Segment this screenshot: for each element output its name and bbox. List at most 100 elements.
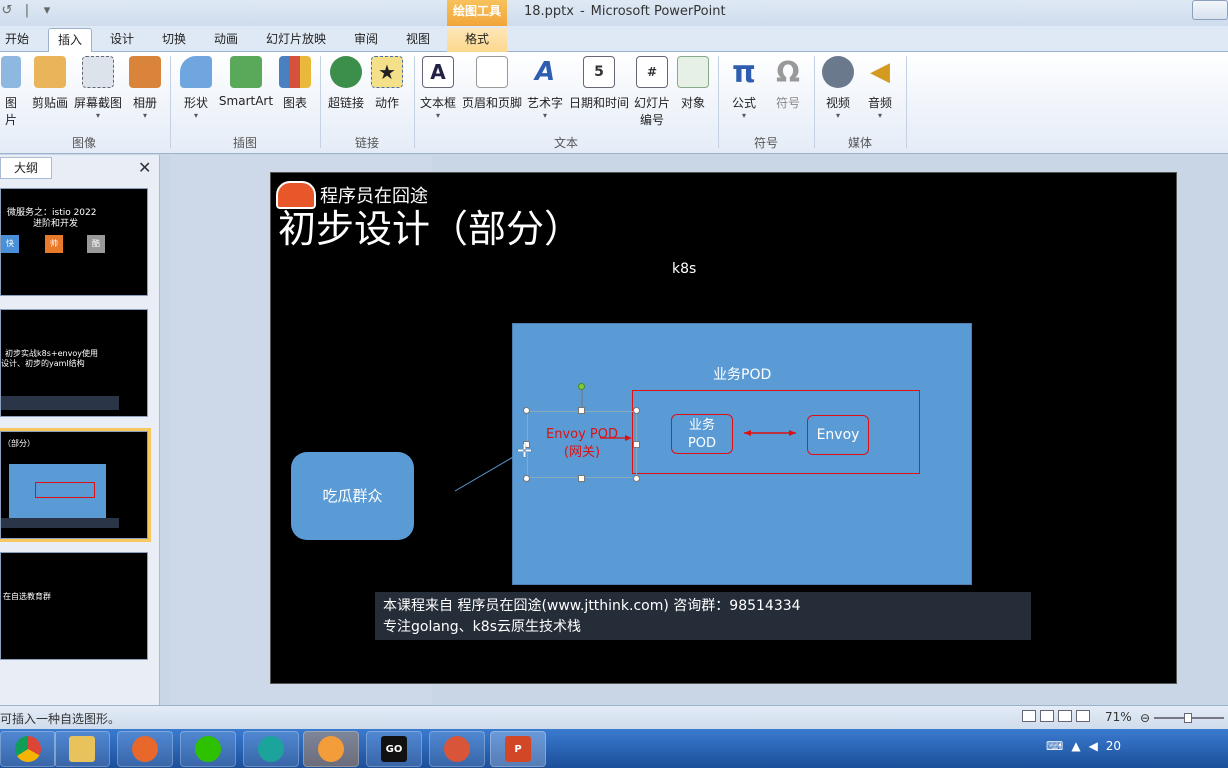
app-name: Microsoft PowerPoint — [590, 4, 726, 19]
resize-handle-sw[interactable] — [523, 475, 530, 482]
video-button[interactable]: 视频 ▾ — [820, 56, 856, 121]
wordart-button[interactable]: A 艺术字 ▾ — [526, 56, 564, 121]
tab-outline[interactable]: 大纲 — [0, 157, 52, 179]
textbox-button[interactable]: A 文本框 ▾ — [418, 56, 458, 121]
picture-button[interactable]: 图片 — [0, 56, 22, 128]
thumb-watermark — [1, 396, 119, 410]
zoom-knob[interactable] — [1184, 713, 1192, 723]
hyperlink-button[interactable]: 超链接 — [326, 56, 366, 111]
tab-slideshow[interactable]: 幻灯片放映 — [262, 28, 330, 52]
equation-button[interactable]: π 公式 ▾ — [726, 55, 762, 121]
quick-access-toolbar: ↺ | ▾ — [0, 3, 54, 18]
rotation-handle[interactable] — [578, 383, 585, 390]
undo-icon[interactable]: ↺ — [0, 3, 14, 18]
reading-view-icon[interactable] — [1058, 710, 1072, 722]
resize-handle-se[interactable] — [633, 475, 640, 482]
status-bar: 可插入一种自选图形。 71% ⊖ — [0, 705, 1228, 729]
taskbar-goland[interactable]: GO — [366, 731, 422, 767]
slide-title[interactable]: 初步设计（部分） — [278, 198, 582, 253]
calendar-icon: 5 — [583, 56, 615, 88]
tab-design[interactable]: 设计 — [104, 28, 140, 52]
smartart-button[interactable]: SmartArt — [218, 56, 274, 108]
title-sep: - — [579, 4, 585, 19]
object-button[interactable]: 对象 — [676, 56, 710, 111]
group-separator — [906, 56, 907, 148]
taskbar-app8[interactable] — [429, 731, 485, 767]
network-icon[interactable]: ▲ — [1071, 739, 1080, 753]
taskbar-chrome[interactable] — [0, 731, 56, 767]
app-icon — [318, 736, 344, 762]
normal-view-icon[interactable] — [1022, 710, 1036, 722]
textbox-label: 文本框 — [419, 96, 456, 110]
resize-handle-nw[interactable] — [523, 407, 530, 414]
ribbon: 图片 剪贴画 屏幕截图 ▾ 相册 ▾ 图像 形状 ▾ SmartArt 图表 插… — [0, 52, 1228, 154]
action-button[interactable]: ★ 动作 — [370, 56, 404, 111]
thumb-watermark — [1, 518, 119, 528]
business-pod-inner[interactable]: 业务 POD — [671, 414, 733, 454]
windows-taskbar: GO P ⌨ ▲ ◀ 20 — [0, 729, 1228, 768]
omega-icon: Ω — [776, 55, 800, 89]
clock[interactable]: 20 — [1106, 739, 1121, 753]
minimize-button[interactable] — [1192, 0, 1228, 20]
zoom-slider[interactable]: ⊖ — [1140, 711, 1228, 725]
slide-thumbnail-3[interactable]: （部分） — [0, 428, 151, 542]
thumb-text: 进阶和开发 — [33, 219, 79, 229]
resize-handle-e[interactable] — [633, 441, 640, 448]
screenshot-button[interactable]: 屏幕截图 ▾ — [72, 56, 124, 121]
resize-handle-n[interactable] — [578, 407, 585, 414]
resize-handle-s[interactable] — [578, 475, 585, 482]
qat-dropdown-icon[interactable]: ▾ — [40, 3, 54, 18]
volume-icon[interactable]: ◀ — [1089, 739, 1098, 753]
shapes-dropdown-icon: ▾ — [193, 111, 198, 120]
wordart-icon: A — [534, 57, 556, 87]
video-dropdown-icon: ▾ — [835, 111, 840, 120]
slide-thumbnail-4[interactable]: 在自选教育群 — [0, 552, 148, 660]
album-button[interactable]: 相册 ▾ — [128, 56, 162, 121]
clipart-button[interactable]: 剪贴画 — [30, 56, 70, 111]
thumb-badge: 快 — [1, 235, 19, 253]
resize-handle-ne[interactable] — [633, 407, 640, 414]
tab-home[interactable]: 开始 — [0, 28, 34, 52]
chart-button[interactable]: 图表 — [278, 56, 312, 111]
close-icon[interactable]: ✕ — [138, 158, 151, 177]
screenshot-dropdown-icon: ▾ — [95, 111, 100, 120]
taskbar-firefox[interactable] — [117, 731, 173, 767]
datetime-button[interactable]: 5 日期和时间 — [568, 56, 630, 111]
ribbon-tabs: 开始 插入 设计 切换 动画 幻灯片放映 审阅 视图 格式 — [0, 26, 1228, 52]
zoom-level[interactable]: 71% — [1105, 710, 1132, 724]
symbol-button[interactable]: Ω 符号 — [770, 56, 806, 111]
slideshow-view-icon[interactable] — [1076, 710, 1090, 722]
tab-format[interactable]: 格式 — [447, 28, 507, 52]
chart-label: 图表 — [282, 96, 307, 110]
envoy-sidecar-box[interactable]: Envoy — [807, 415, 869, 455]
header-footer-button[interactable]: 页眉和页脚 — [460, 56, 524, 111]
tab-view[interactable]: 视图 — [400, 28, 436, 52]
film-reel-icon — [822, 56, 854, 88]
shapes-button[interactable]: 形状 ▾ — [178, 56, 214, 121]
slide-thumbnail-1[interactable]: 微服务之：istio 2022 进阶和开发 快 帅 酷 — [0, 188, 148, 296]
slide-number-label-2: 编号 — [639, 113, 664, 127]
thumb-pod-box — [35, 482, 95, 498]
wechat-icon — [195, 736, 221, 762]
taskbar-wechat[interactable] — [180, 731, 236, 767]
tab-insert[interactable]: 插入 — [48, 28, 92, 52]
taskbar-explorer[interactable] — [54, 731, 110, 767]
taskbar-app6[interactable] — [303, 731, 359, 767]
tab-review[interactable]: 审阅 — [348, 28, 384, 52]
audio-button[interactable]: ◀ 音频 ▾ — [862, 56, 898, 121]
keyboard-icon[interactable]: ⌨ — [1046, 739, 1063, 753]
slide-number-button[interactable]: # 幻灯片 编号 — [632, 56, 672, 128]
taskbar-app5[interactable] — [243, 731, 299, 767]
tab-animations[interactable]: 动画 — [208, 28, 244, 52]
zoom-out-icon[interactable]: ⊖ — [1140, 711, 1150, 725]
k8s-label[interactable]: k8s — [672, 261, 696, 277]
app-icon — [258, 736, 284, 762]
slide-sorter-icon[interactable] — [1040, 710, 1054, 722]
taskbar-powerpoint[interactable]: P — [490, 731, 546, 767]
video-label: 视频 — [825, 96, 850, 110]
tab-transitions[interactable]: 切换 — [156, 28, 192, 52]
business-pod-label[interactable]: 业务POD — [713, 364, 771, 384]
slide-thumbnail-2[interactable]: 初步实战k8s+envoy使用 设计、初步的yaml结构 — [0, 309, 148, 417]
title-bar: ↺ | ▾ 绘图工具 18.pptx - Microsoft PowerPoint — [0, 0, 1228, 26]
audience-box[interactable]: 吃瓜群众 — [291, 452, 414, 540]
